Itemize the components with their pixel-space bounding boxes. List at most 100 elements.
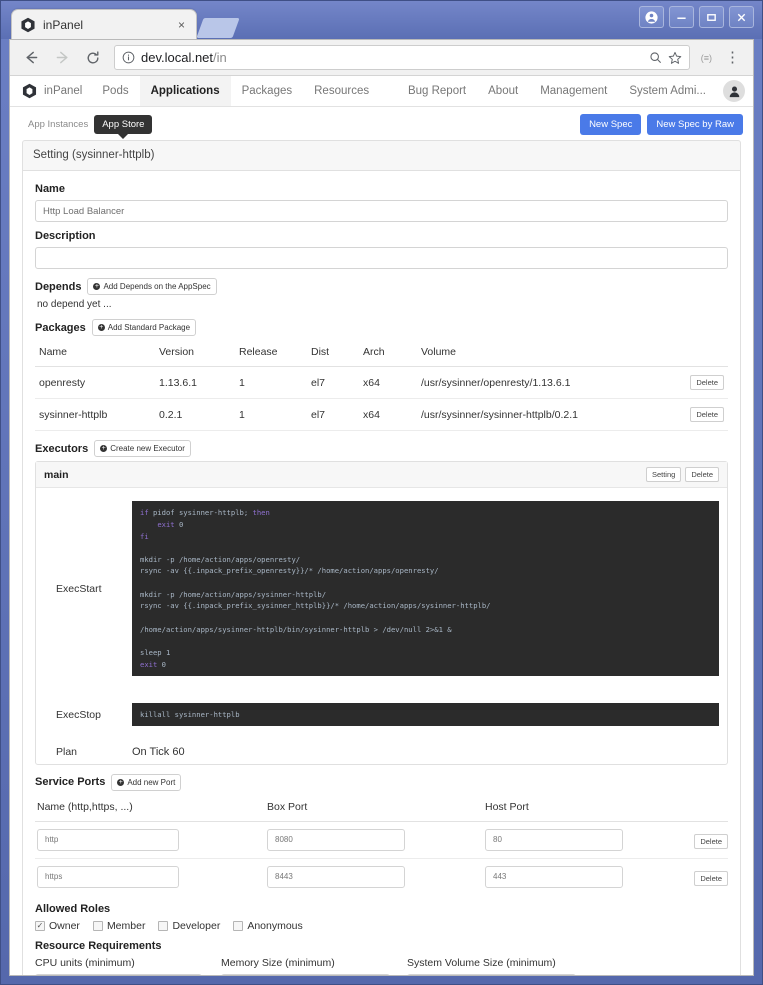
package-volume: /usr/sysinner/openresty/1.13.6.1 [417, 366, 687, 399]
profile-icon[interactable] [639, 6, 664, 28]
role-anonymous[interactable]: Anonymous [233, 919, 303, 932]
url-path: /in [213, 50, 227, 65]
package-actions: Delete [686, 398, 728, 431]
add-package-label: Add Standard Package [107, 323, 191, 332]
executor-card: main Setting Delete ExecStart if pidof s… [35, 461, 728, 765]
back-icon[interactable] [18, 45, 44, 71]
add-new-port-button[interactable]: + Add new Port [111, 773, 182, 791]
description-input[interactable] [35, 247, 728, 269]
table-row: Delete [35, 859, 728, 895]
col-box-port: Box Port [267, 800, 308, 813]
minimize-button[interactable] [669, 6, 694, 28]
exec-start-row: ExecStart if pidof sysinner-httplb; then… [36, 488, 727, 690]
browser-tab-title: inPanel [43, 17, 84, 32]
role-anonymous-label: Anonymous [247, 919, 303, 932]
add-depends-button[interactable]: + Add Depends on the AppSpec [87, 278, 217, 295]
bookmark-star-icon[interactable] [668, 51, 682, 65]
nav-item-about[interactable]: About [477, 85, 529, 97]
delete-package-button[interactable]: Delete [690, 407, 724, 422]
create-new-executor-button[interactable]: + Create new Executor [94, 440, 191, 457]
role-member[interactable]: Member [92, 920, 145, 932]
executor-delete-button[interactable]: Delete [685, 467, 719, 482]
nav-item-packages[interactable]: Packages [231, 76, 304, 106]
navbar-spacer [380, 76, 397, 106]
nav-item-management[interactable]: Management [529, 85, 618, 97]
cpu-input[interactable] [35, 973, 180, 975]
nav-item-system-admin[interactable]: System Admi... [618, 85, 717, 97]
site-info-icon[interactable] [122, 51, 135, 64]
window-titlebar: inPanel × [1, 1, 762, 39]
plus-icon: + [93, 283, 101, 290]
reload-icon[interactable] [80, 45, 106, 71]
cpu-unit: m [180, 973, 202, 975]
executors-label: Executors [35, 442, 89, 455]
address-bar-url: dev.local.net/in [141, 50, 643, 65]
package-version: 0.2.1 [155, 398, 235, 431]
package-dist: el7 [307, 398, 359, 431]
delete-package-button[interactable]: Delete [690, 375, 724, 390]
add-standard-package-button[interactable]: + Add Standard Package [91, 319, 197, 336]
host-port-input[interactable] [485, 828, 623, 851]
browser-tab[interactable]: inPanel × [11, 9, 197, 39]
cpu-field-group: CPU units (minimum) m [35, 957, 221, 975]
port-name-input[interactable] [37, 828, 179, 851]
nav-item-pods[interactable]: Pods [91, 76, 139, 106]
depends-header: Depends + Add Depends on the AppSpec [35, 278, 728, 295]
page-title: Setting (sysinner-httplb) [22, 140, 741, 170]
box-port-input[interactable] [267, 865, 405, 888]
new-spec-button[interactable]: New Spec [580, 114, 642, 135]
subtab-app-store[interactable]: App Store [94, 115, 153, 139]
browser-menu-icon[interactable]: ⋮ [720, 50, 745, 65]
maximize-button[interactable] [699, 6, 724, 28]
depends-label: Depends [35, 280, 82, 293]
role-owner[interactable]: ✓ Owner [35, 920, 80, 932]
subtab-app-instances[interactable]: App Instances [22, 116, 94, 133]
packages-table-header: Name Version Release Dist Arch Volume [35, 340, 728, 367]
app-nav-right: Bug Report About Management System Admi.… [397, 76, 747, 106]
delete-port-button[interactable]: Delete [694, 833, 728, 849]
box-port-input[interactable] [267, 828, 405, 851]
plus-icon: + [117, 778, 125, 786]
ports-table-header: Name (http,https, ...) Box Port Host Por… [35, 795, 728, 822]
os-window: inPanel × dev.local.net/in (≡) ⋮ inPanel… [0, 0, 763, 985]
checkbox-icon[interactable] [92, 920, 103, 931]
checkbox-checked-icon[interactable]: ✓ [35, 920, 45, 931]
app-brand[interactable]: inPanel [16, 76, 91, 106]
exec-stop-code[interactable]: killall sysinner-httplb [132, 702, 719, 727]
nav-item-bug-report[interactable]: Bug Report [397, 85, 477, 97]
volume-field-group: System Volume Size (minimum) GB [407, 957, 593, 975]
new-tab-button[interactable] [196, 18, 240, 38]
volume-label: System Volume Size (minimum) [407, 956, 556, 969]
forward-icon[interactable] [49, 45, 75, 71]
exec-start-code[interactable]: if pidof sysinner-httplb; then exit 0 fi… [132, 501, 719, 677]
role-developer[interactable]: Developer [158, 920, 220, 932]
package-dist: el7 [307, 366, 359, 399]
exec-stop-label: ExecStop [56, 708, 101, 721]
search-icon[interactable] [649, 51, 662, 64]
executor-setting-button[interactable]: Setting [645, 467, 682, 482]
name-input[interactable] [35, 200, 728, 222]
nav-item-resources[interactable]: Resources [303, 76, 380, 106]
delete-port-button[interactable]: Delete [694, 870, 728, 886]
close-button[interactable] [729, 6, 754, 28]
tab-close-icon[interactable]: × [175, 18, 188, 32]
new-spec-by-raw-button[interactable]: New Spec by Raw [647, 114, 743, 135]
memory-input[interactable] [221, 973, 366, 975]
checkbox-icon[interactable] [233, 920, 244, 931]
create-executor-label: Create new Executor [110, 444, 185, 453]
plus-icon: + [100, 445, 108, 452]
avatar[interactable] [723, 80, 745, 102]
port-name-input[interactable] [37, 865, 179, 888]
col-name: Name [35, 340, 155, 367]
browser-tabstrip: inPanel × [11, 9, 240, 39]
checkbox-icon[interactable] [158, 920, 169, 931]
col-release: Release [235, 340, 307, 367]
plan-row: Plan On Tick 60 [36, 740, 727, 764]
nav-item-applications[interactable]: Applications [139, 76, 231, 106]
extension-icon[interactable]: (≡) [698, 53, 715, 63]
exec-start-value: if pidof sysinner-httplb; then exit 0 fi… [132, 494, 719, 684]
package-arch: x64 [359, 398, 417, 431]
host-port-input[interactable] [485, 865, 623, 888]
volume-input[interactable] [407, 973, 552, 975]
address-bar[interactable]: dev.local.net/in [114, 45, 690, 70]
